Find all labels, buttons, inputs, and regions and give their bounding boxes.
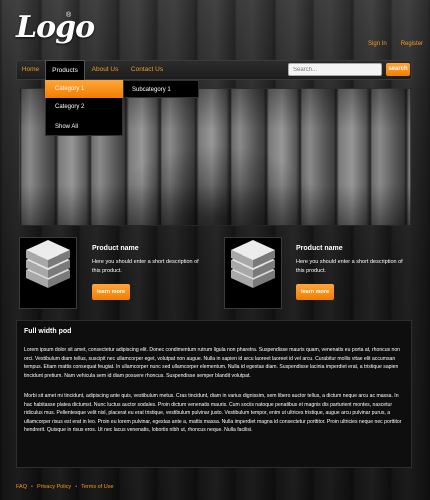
footer-links: FAQ • Privacy Policy • Terms of Use [16, 484, 114, 490]
footer-link-privacy-policy[interactable]: Privacy Policy [37, 484, 71, 490]
learn-more-button[interactable]: learn more [92, 284, 130, 300]
product-image-box[interactable] [19, 237, 77, 309]
product-description: Here you should enter a short descriptio… [92, 259, 199, 274]
stack-icon [26, 240, 70, 288]
stack-icon [231, 240, 275, 288]
product-image-box[interactable] [224, 237, 282, 309]
register-link[interactable]: Register [401, 41, 423, 47]
nav-item-home[interactable]: Home [16, 60, 45, 80]
search-input[interactable] [288, 63, 382, 76]
sign-in-link[interactable]: Sign In [368, 41, 387, 47]
search-button[interactable]: search [386, 63, 410, 76]
footer-link-faq[interactable]: FAQ [16, 484, 27, 490]
footer-separator: • [31, 484, 33, 490]
dropdown-item-show-all[interactable]: Show All [45, 118, 123, 136]
account-links: Sign In Register [368, 41, 423, 47]
registered-mark: ® [66, 12, 72, 19]
nav-item-contact-us[interactable]: Contact Us [125, 60, 169, 80]
product-title: Product name [92, 245, 139, 252]
learn-more-button[interactable]: learn more [296, 284, 334, 300]
dropdown-item-category-2[interactable]: Category 2 [45, 98, 123, 116]
product-title: Product name [296, 245, 343, 252]
footer-link-terms-of-use[interactable]: Terms of Use [81, 484, 113, 490]
submenu-item-subcategory-1[interactable]: Subcategory 1 [123, 80, 199, 98]
pod-paragraph: Morbi sit amet mi tincidunt, adipiscing … [24, 393, 402, 434]
site-logo[interactable]: Logo [16, 10, 95, 45]
nav-item-products[interactable]: Products [45, 60, 85, 80]
dropdown-item-category-1[interactable]: Category 1 [45, 80, 123, 98]
footer-separator: • [75, 484, 78, 490]
product-description: Here you should enter a short descriptio… [296, 259, 403, 274]
pod-paragraph: Lorem ipsum dolor sit amet, consectetur … [24, 347, 401, 379]
pod-title: Full width pod [24, 328, 72, 335]
nav-item-about-us[interactable]: About Us [85, 60, 125, 80]
